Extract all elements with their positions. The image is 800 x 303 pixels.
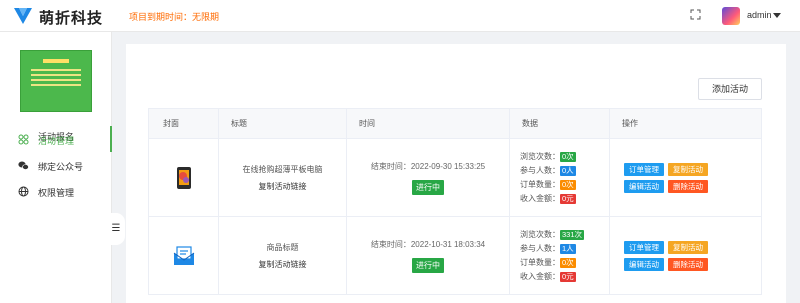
stat-badge: 0次 [560, 179, 576, 190]
time-cell: 结束时间：2022-09-30 15:33:25 进行中 [346, 138, 510, 217]
message-icon [173, 245, 194, 265]
sidebar-item-label: 绑定公众号 [38, 162, 84, 172]
stat-label: 订单数量： [520, 179, 560, 189]
table-header: 封面 标题 时间 数据 操作 [148, 108, 762, 139]
activity-table: 封面 标题 时间 数据 操作 在线抢购超薄平板电脑 复制活动链接 结束时间：20… [148, 108, 762, 295]
sidebar-item-activity-manage[interactable]: 活动管理 [0, 126, 112, 152]
order-manage-button[interactable]: 订单管理 [624, 162, 664, 176]
column-header: 数据 [509, 108, 610, 139]
cover-cell [148, 138, 219, 217]
data-cell: 浏览次数： 0次 参与人数： 0人 订单数量： 0次 收入金额： 0元 [509, 138, 610, 217]
edit-activity-button[interactable]: 编辑活动 [624, 179, 664, 193]
delete-activity-button[interactable]: 删除活动 [668, 179, 708, 193]
brand-name: 萌折科技 [39, 10, 104, 27]
stat-badge: 0元 [560, 193, 576, 204]
copy-link[interactable]: 复制活动链接 [219, 259, 346, 270]
stat-label: 订单数量： [520, 257, 560, 267]
ops-cell: 订单管理 复制活动 编辑活动 删除活动 [609, 138, 762, 217]
column-header: 封面 [148, 108, 219, 139]
apps-icon [18, 134, 29, 145]
time-cell: 结束时间：2022-10-31 18:03:34 进行中 [346, 216, 510, 295]
globe-icon [18, 186, 29, 197]
status-badge: 进行中 [412, 257, 444, 273]
title-cell: 商品标题 复制活动链接 [218, 216, 347, 295]
stat-label: 收入金额： [520, 193, 560, 203]
wechat-icon [18, 160, 29, 171]
copy-activity-button[interactable]: 复制活动 [668, 240, 708, 254]
stat-label: 参与人数： [520, 165, 560, 175]
ops-cell: 订单管理 复制活动 编辑活动 删除活动 [609, 216, 762, 295]
sidebar-item-label: 权限管理 [38, 188, 75, 198]
stat-badge: 0次 [560, 151, 576, 162]
sidebar-item-permissions[interactable]: 权限管理 [0, 178, 112, 204]
copy-link[interactable]: 复制活动链接 [219, 181, 346, 192]
stat-label: 参与人数： [520, 243, 560, 253]
column-header: 时间 [346, 108, 510, 139]
add-activity-button[interactable]: 添加活动 [698, 78, 762, 100]
copy-activity-button[interactable]: 复制活动 [668, 162, 708, 176]
stat-label: 收入金额： [520, 271, 560, 281]
table-row: 在线抢购超薄平板电脑 复制活动链接 结束时间：2022-09-30 15:33:… [148, 138, 762, 217]
activity-title: 商品标题 [266, 242, 299, 252]
stat-label: 浏览次数： [520, 151, 560, 161]
activity-poster-image [20, 50, 92, 112]
table-row: 商品标题 复制活动链接 结束时间：2022-10-31 18:03:34 进行中… [148, 216, 762, 295]
avatar[interactable] [722, 7, 740, 25]
cover-cell [148, 216, 219, 295]
caret-down-icon[interactable] [773, 13, 781, 18]
edit-activity-button[interactable]: 编辑活动 [624, 257, 664, 271]
end-time: 结束时间：2022-09-30 15:33:25 [370, 161, 486, 171]
stat-label: 浏览次数： [520, 229, 560, 239]
delete-activity-button[interactable]: 删除活动 [668, 257, 708, 271]
sidebar: 活动报名 活动管理 绑定公众号 权限管理 [0, 32, 112, 303]
tablet-icon [176, 166, 191, 189]
sidebar-item-label: 活动管理 [38, 136, 75, 146]
sidebar-item-wechat-bind[interactable]: 绑定公众号 [0, 152, 112, 178]
stat-badge: 331次 [560, 229, 585, 240]
column-header: 标题 [218, 108, 347, 139]
user-name[interactable]: admin [747, 10, 772, 20]
stat-badge: 0人 [560, 165, 576, 176]
brand-logo-icon [14, 8, 32, 24]
stat-badge: 1人 [560, 243, 576, 254]
column-header: 操作 [609, 108, 762, 139]
activity-title: 在线抢购超薄平板电脑 [242, 164, 323, 174]
top-bar: 萌折科技 项目到期时间：无限期 admin [0, 0, 800, 32]
stat-badge: 0元 [560, 271, 576, 282]
fullscreen-icon[interactable] [690, 9, 701, 20]
sidebar-toggle[interactable]: ☰ [107, 213, 125, 245]
data-cell: 浏览次数： 331次 参与人数： 1人 订单数量： 0次 收入金额： 0元 [509, 216, 610, 295]
status-badge: 进行中 [412, 179, 444, 195]
stat-badge: 0次 [560, 257, 576, 268]
end-time: 结束时间：2022-10-31 18:03:34 [370, 239, 486, 249]
title-cell: 在线抢购超薄平板电脑 复制活动链接 [218, 138, 347, 217]
main-content: 添加活动 封面 标题 时间 数据 操作 在线抢购超薄平板电脑 复制活动链接 结束… [126, 44, 786, 303]
expire-notice: 项目到期时间：无限期 [129, 12, 220, 22]
order-manage-button[interactable]: 订单管理 [624, 240, 664, 254]
